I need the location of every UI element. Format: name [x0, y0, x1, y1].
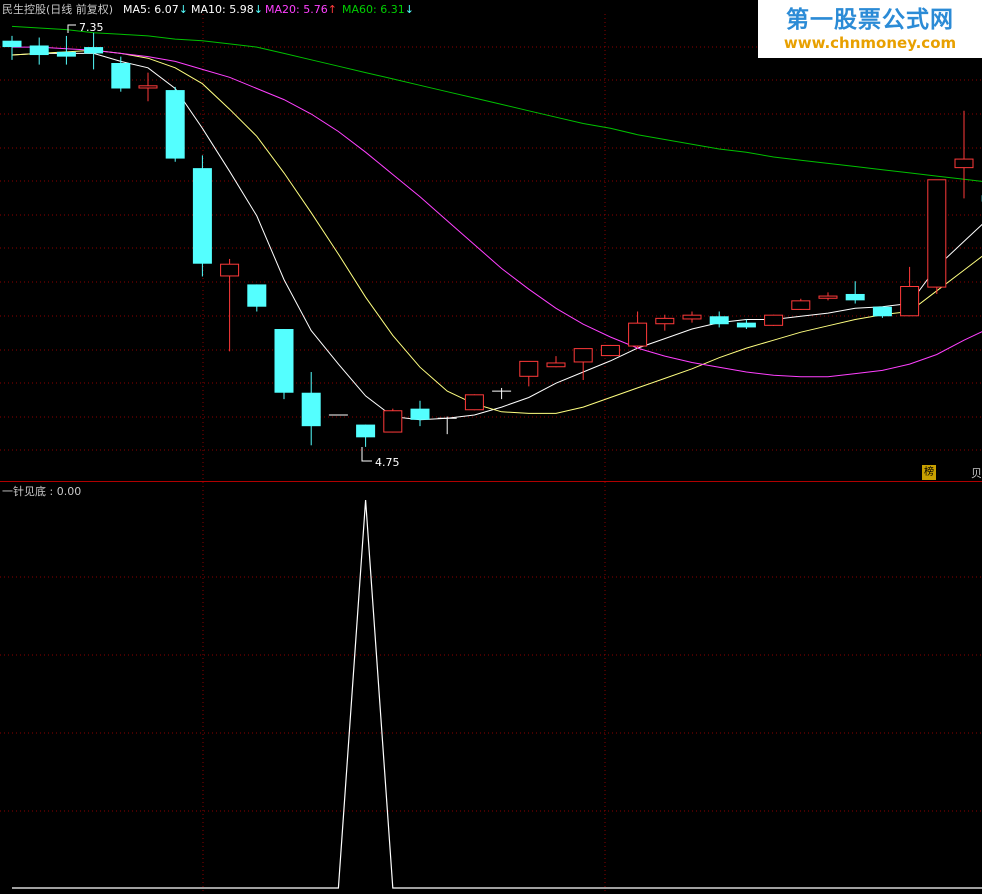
candle-body [165, 90, 185, 159]
ma5-label: MA5: 6.07 [123, 3, 179, 16]
ma10-label: MA10: 5.98 [191, 3, 254, 16]
candle-body [709, 316, 729, 325]
ma10-arrow-icon: ↓ [253, 3, 263, 16]
candle [165, 86, 185, 162]
indicator-title: 一针见底 : 0.00 [2, 485, 82, 498]
candle-body [872, 306, 892, 317]
candle-body [274, 329, 294, 393]
candle-body [927, 179, 947, 288]
ma5-legend: MA5: 6.07↓ [123, 3, 188, 17]
rank-badge[interactable]: 榜 [922, 465, 936, 480]
ma20-legend: MA20: 5.76↑ [265, 3, 337, 17]
candle [791, 298, 811, 310]
watermark-url: www.chnmoney.com [783, 34, 957, 52]
candle-body [736, 322, 756, 328]
candle [192, 155, 212, 277]
ma5-arrow-icon: ↓ [178, 3, 188, 16]
ma60-legend: MA60: 6.31↓ [342, 3, 414, 17]
stock-name-label: 民生控股(日线 前复权) [2, 3, 114, 16]
candle [274, 329, 294, 400]
candle [383, 408, 403, 433]
candle-body [573, 348, 593, 363]
candle [464, 394, 484, 411]
candle-body [519, 360, 539, 377]
candle-body [628, 322, 648, 347]
stock-chart[interactable]: 7.35 4.75 [0, 0, 982, 894]
candle-body [383, 410, 403, 433]
chart-background [0, 0, 982, 894]
candle-body [764, 314, 784, 326]
candle-body [600, 344, 620, 357]
ma60-label: MA60: 6.31 [342, 3, 405, 16]
candle-body [138, 85, 158, 89]
candle-body [410, 408, 430, 420]
candle-body [954, 158, 974, 169]
chart-header: 民生控股(日线 前复权) [2, 3, 113, 17]
candle [927, 179, 947, 294]
candle-body [900, 286, 920, 317]
candle-body [845, 293, 865, 301]
candle-body [464, 394, 484, 411]
candle-body [111, 63, 131, 89]
candle-body [546, 362, 566, 368]
candle-body [29, 45, 49, 56]
candle [872, 306, 892, 318]
candle-body [682, 314, 702, 320]
candle-body [356, 424, 376, 438]
candle-body [84, 47, 104, 54]
candle-body [791, 300, 811, 310]
edge-badge[interactable]: 贝 [971, 465, 982, 481]
high-annotation-label: 7.35 [79, 21, 104, 34]
candle [600, 344, 620, 357]
candle-body [2, 40, 22, 48]
ma60-arrow-icon: ↓ [404, 3, 414, 16]
candle-body [655, 317, 675, 325]
low-annotation-label: 4.75 [375, 456, 400, 469]
candle-body [247, 284, 267, 307]
watermark-title: 第一股票公式网 [786, 7, 954, 33]
site-watermark: 第一股票公式网 www.chnmoney.com [758, 0, 982, 58]
candle-body [818, 295, 838, 299]
candle-body [192, 168, 212, 264]
candle-body [220, 263, 240, 277]
candle [764, 314, 784, 326]
ma20-label: MA20: 5.76 [265, 3, 328, 16]
ma20-arrow-icon: ↑ [327, 3, 337, 16]
candle-body [301, 392, 321, 427]
ma10-legend: MA10: 5.98↓ [191, 3, 263, 17]
candle-body [56, 51, 76, 57]
